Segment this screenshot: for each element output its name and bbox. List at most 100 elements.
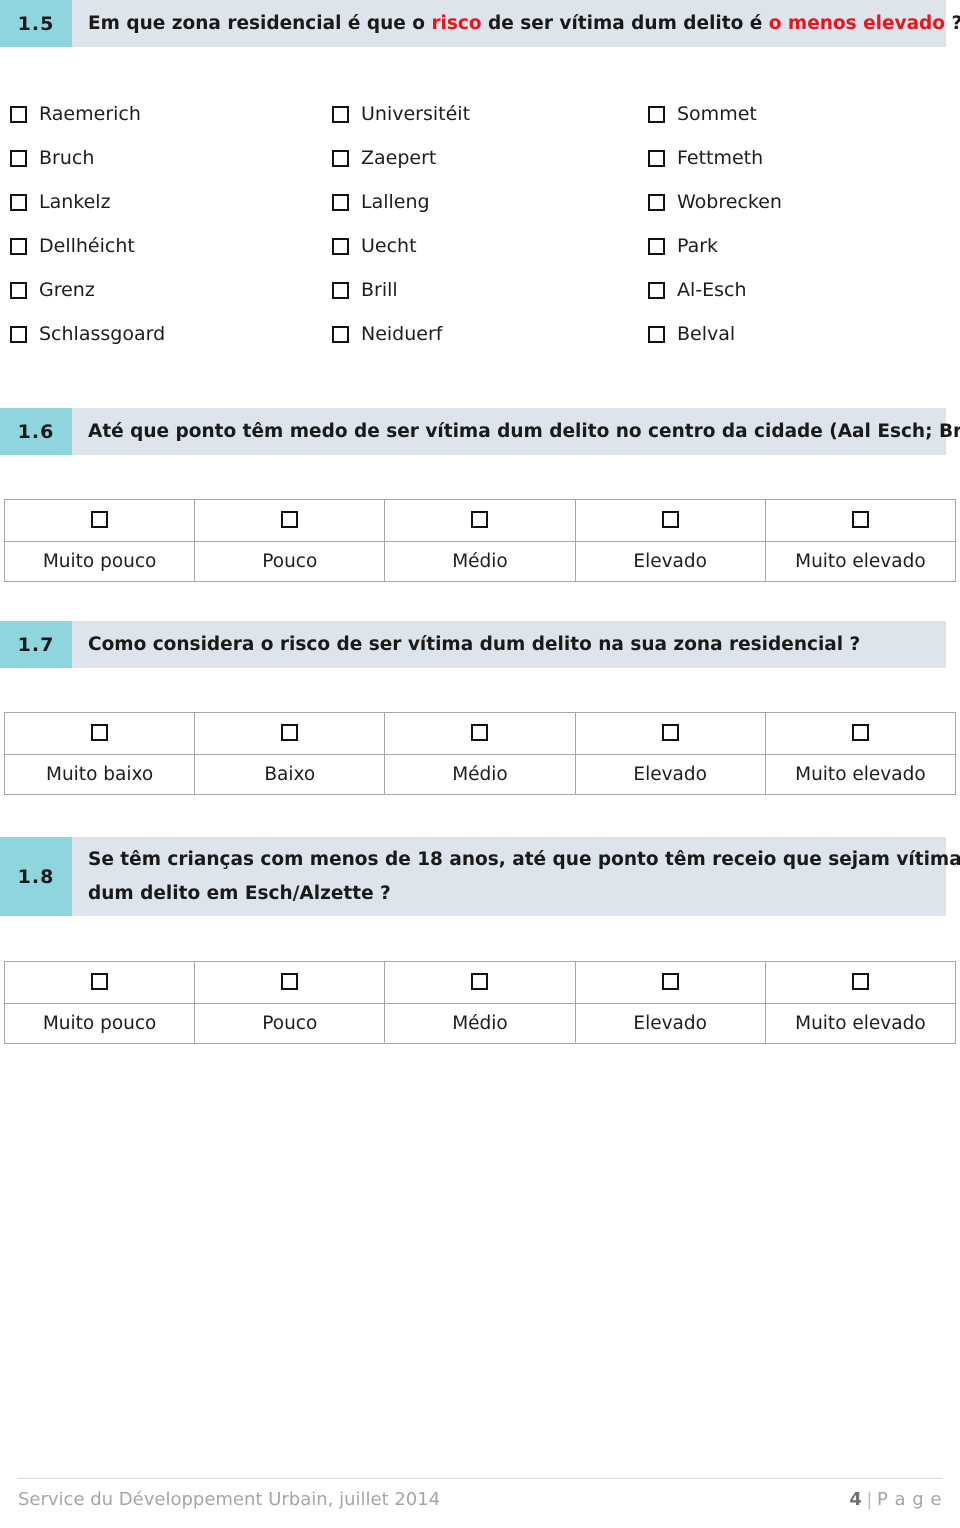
zone-option-label: Dellhéicht [39,235,135,257]
checkbox-icon[interactable] [661,511,679,528]
scale-cell-muito-elevado[interactable] [764,961,957,1004]
zone-option-label: Universitéit [361,103,471,125]
checkbox-icon[interactable] [281,511,299,528]
scale-cell-elevado[interactable] [574,499,766,542]
checkbox-icon[interactable] [471,973,489,990]
zone-option-label: Park [677,235,719,257]
checkbox-icon[interactable] [332,193,349,211]
zone-option-universiteit[interactable]: Universitéit [332,92,470,136]
scale-checkbox-row [3,499,957,542]
checkbox-icon[interactable] [648,193,665,211]
scale-cell-muito-elevado[interactable] [764,712,957,755]
zone-option-neiduerf[interactable]: Neiduerf [332,312,470,356]
checkbox-icon[interactable] [648,149,665,167]
scale-cell-medio[interactable] [384,499,576,542]
zone-option-label: Lalleng [361,191,430,213]
checkbox-icon[interactable] [281,973,299,990]
checkbox-icon[interactable] [648,237,665,255]
checkbox-icon[interactable] [332,237,349,255]
checkbox-icon[interactable] [648,325,665,343]
checkbox-icon[interactable] [332,325,349,343]
footer-separator: | [866,1489,873,1510]
footer-page-word: P a g e [876,1489,942,1510]
checkbox-icon[interactable] [851,724,869,741]
checkbox-icon[interactable] [10,193,27,211]
question-text-segment: Até que ponto têm medo de ser vítima dum… [88,420,960,442]
question-text-segment: de ser vítima dum delito é [481,12,769,34]
checkbox-icon[interactable] [332,105,349,123]
checkbox-icon[interactable] [471,511,489,528]
zone-option-bruch[interactable]: Bruch [10,136,165,180]
zone-options-column-3: Sommet Fettmeth Wobrecken Park Al-Esch B… [648,92,782,356]
checkbox-icon[interactable] [10,105,27,123]
zone-option-label: Sommet [677,103,757,125]
checkbox-icon[interactable] [332,281,349,299]
zone-option-schlassgoard[interactable]: Schlassgoard [10,312,165,356]
checkbox-icon[interactable] [91,511,109,528]
scale-table-1-8: Muito pouco Pouco Médio Elevado Muito el… [3,961,957,1044]
zone-option-wobrecken[interactable]: Wobrecken [648,180,782,224]
checkbox-icon[interactable] [281,724,299,741]
page-footer: Service du Développement Urbain, juillet… [18,1478,942,1510]
scale-label: Muito elevado [764,754,957,795]
scale-label: Pouco [194,541,386,582]
zone-option-lalleng[interactable]: Lalleng [332,180,470,224]
scale-cell-muito-pouco[interactable] [3,961,196,1004]
checkbox-icon[interactable] [332,149,349,167]
checkbox-icon[interactable] [10,325,27,343]
checkbox-icon[interactable] [851,511,869,528]
scale-cell-elevado[interactable] [574,961,766,1004]
scale-cell-medio[interactable] [384,961,576,1004]
checkbox-icon[interactable] [661,724,679,741]
zone-option-label: Zaepert [361,147,437,169]
question-text-line: Se têm crianças com menos de 18 anos, at… [88,848,960,871]
checkbox-icon[interactable] [91,724,109,741]
checkbox-icon[interactable] [10,237,27,255]
scale-cell-medio[interactable] [384,712,576,755]
scale-cell-muito-elevado[interactable] [764,499,957,542]
zone-option-grenz[interactable]: Grenz [10,268,165,312]
scale-label: Médio [384,1003,576,1044]
zone-option-sommet[interactable]: Sommet [648,92,782,136]
zone-option-belval[interactable]: Belval [648,312,782,356]
zone-option-brill[interactable]: Brill [332,268,470,312]
checkbox-icon[interactable] [661,973,679,990]
scale-cell-pouco[interactable] [194,961,386,1004]
question-header-1-8: 1.8 Se têm crianças com menos de 18 anos… [0,837,960,916]
zone-option-park[interactable]: Park [648,224,782,268]
question-text-1-7: Como considera o risco de ser vítima dum… [72,621,946,668]
zone-options-column-1: Raemerich Bruch Lankelz Dellhéicht Grenz… [10,92,165,356]
question-text-line: Como considera o risco de ser vítima dum… [88,633,946,656]
zone-option-label: Al-Esch [677,279,747,301]
question-text-1-8: Se têm crianças com menos de 18 anos, at… [72,837,960,916]
zone-option-dellheicht[interactable]: Dellhéicht [10,224,165,268]
checkbox-icon[interactable] [851,973,869,990]
checkbox-icon[interactable] [471,724,489,741]
zone-option-raemerich[interactable]: Raemerich [10,92,165,136]
zone-option-al-esch[interactable]: Al-Esch [648,268,782,312]
question-text-1-5: Em que zona residencial é que o risco de… [72,0,960,47]
zone-option-label: Schlassgoard [39,323,166,345]
zone-option-label: Lankelz [39,191,111,213]
scale-label-row: Muito pouco Pouco Médio Elevado Muito el… [3,1003,957,1044]
zone-option-uecht[interactable]: Uecht [332,224,470,268]
zone-option-lankelz[interactable]: Lankelz [10,180,165,224]
checkbox-icon[interactable] [91,973,109,990]
scale-cell-muito-pouco[interactable] [3,499,196,542]
question-number-1-6: 1.6 [0,408,72,455]
scale-cell-pouco[interactable] [194,499,386,542]
checkbox-icon[interactable] [648,105,665,123]
scale-label: Médio [384,754,576,795]
question-header-1-6: 1.6 Até que ponto têm medo de ser vítima… [0,408,960,455]
scale-cell-muito-baixo[interactable] [3,712,196,755]
zone-option-zaepert[interactable]: Zaepert [332,136,470,180]
scale-cell-baixo[interactable] [194,712,386,755]
zone-option-label: Wobrecken [677,191,782,213]
scale-cell-elevado[interactable] [574,712,766,755]
scale-label: Pouco [194,1003,386,1044]
checkbox-icon[interactable] [648,281,665,299]
question-text-1-6: Até que ponto têm medo de ser vítima dum… [72,408,960,455]
zone-option-fettmeth[interactable]: Fettmeth [648,136,782,180]
checkbox-icon[interactable] [10,281,27,299]
checkbox-icon[interactable] [10,149,27,167]
